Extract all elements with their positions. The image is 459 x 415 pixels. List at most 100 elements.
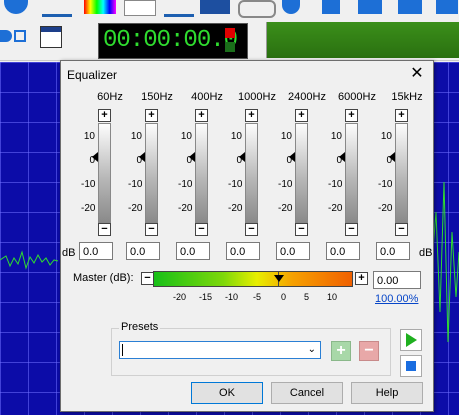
band-label: 6000Hz [338, 91, 376, 103]
waveform-overview[interactable] [266, 22, 459, 58]
spectrum-icon[interactable] [84, 0, 116, 14]
scale-tick: 10 [380, 131, 392, 142]
band-label: 60Hz [97, 91, 123, 103]
scale-tick: 10 [83, 131, 95, 142]
play-indicator [225, 42, 235, 52]
band-plus-button[interactable]: + [145, 109, 158, 122]
checkbox-icon[interactable] [14, 30, 26, 42]
band-plus-button[interactable]: + [195, 109, 208, 122]
arrow-down-icon[interactable] [322, 0, 340, 14]
band-label: 150Hz [141, 91, 173, 103]
band-slider[interactable] [195, 123, 208, 223]
band-slider-thumb[interactable] [139, 152, 145, 162]
band-plus-button[interactable]: + [345, 109, 358, 122]
scale-tick: 10 [130, 131, 142, 142]
scale-tick: 10 [230, 131, 242, 142]
master-gain-slider[interactable] [153, 271, 353, 287]
band-slider-thumb[interactable] [389, 152, 395, 162]
band-slider[interactable] [245, 123, 258, 223]
band-slider[interactable] [395, 123, 408, 223]
ok-button[interactable]: OK [191, 382, 263, 404]
band-minus-button[interactable]: − [195, 223, 208, 236]
arrow-corner-icon[interactable] [398, 0, 422, 14]
recorder-icon[interactable] [238, 0, 276, 18]
band-value-input[interactable]: 0.0 [126, 242, 160, 260]
cancel-button[interactable]: Cancel [271, 382, 343, 404]
scissors-icon[interactable] [200, 0, 230, 14]
band-value-input[interactable]: 0.0 [226, 242, 260, 260]
stop-button[interactable] [400, 355, 422, 377]
master-thumb[interactable] [274, 275, 284, 282]
master-label: Master (dB): [73, 272, 134, 284]
band-minus-button[interactable]: − [395, 223, 408, 236]
band-label: 2400Hz [288, 91, 326, 103]
band-slider[interactable] [345, 123, 358, 223]
stop-icon [406, 361, 416, 371]
play-icon [406, 333, 417, 347]
close-icon[interactable]: ✕ [407, 65, 427, 83]
scale-tick: -10 [128, 179, 143, 190]
band-value-input[interactable]: 0.0 [176, 242, 210, 260]
equalizer-dialog: Equalizer ✕ 60Hz 10 0 -10 -20 + −0.0 150Hz 10 0 -1… [60, 60, 434, 412]
scale-tick: -20 [128, 203, 143, 214]
band-slider-thumb[interactable] [289, 152, 295, 162]
arrow-icon[interactable] [436, 0, 458, 14]
band-value-input[interactable]: 0.0 [79, 242, 113, 260]
band-plus-button[interactable]: + [395, 109, 408, 122]
help-button[interactable]: Help [351, 382, 423, 404]
time-display: 00:00:00.0 [98, 23, 248, 59]
band-value-input[interactable]: 0.0 [376, 242, 410, 260]
band-minus-button[interactable]: − [345, 223, 358, 236]
scale-tick: -20 [81, 203, 96, 214]
band-slider-thumb[interactable] [239, 152, 245, 162]
arrow-left-icon[interactable] [358, 0, 382, 14]
scale-tick: -10 [378, 179, 393, 190]
scale-tick: -20 [178, 203, 193, 214]
remove-preset-button[interactable]: − [359, 341, 379, 361]
scale-tick: 10 [280, 131, 292, 142]
band-slider-thumb[interactable] [92, 152, 98, 162]
play-button[interactable] [400, 329, 422, 351]
master-value-input[interactable]: 0.00 [373, 271, 421, 289]
scale-tick: -20 [278, 203, 293, 214]
down-arrow-icon[interactable] [4, 0, 28, 14]
mixer-icon[interactable] [42, 0, 72, 17]
waveform-icon[interactable] [164, 0, 194, 17]
scale-tick: 10 [330, 131, 342, 142]
band-plus-button[interactable]: + [98, 109, 111, 122]
record-icon[interactable] [0, 30, 12, 42]
presets-combo[interactable]: ⌄ [119, 341, 321, 359]
tape-icon[interactable] [124, 0, 156, 16]
add-preset-button[interactable]: + [331, 341, 351, 361]
db-label-left: dB [62, 247, 76, 259]
band-slider[interactable] [295, 123, 308, 223]
master-plus-button[interactable]: + [355, 272, 368, 285]
band-plus-button[interactable]: + [245, 109, 258, 122]
band-slider-thumb[interactable] [189, 152, 195, 162]
main-toolbar [0, 0, 459, 20]
band-minus-button[interactable]: − [295, 223, 308, 236]
band-label: 1000Hz [238, 91, 276, 103]
band-slider[interactable] [145, 123, 158, 223]
window-icon[interactable] [40, 26, 62, 48]
scale-tick: -10 [328, 179, 343, 190]
band-slider-thumb[interactable] [339, 152, 345, 162]
time-readout: 00:00:00.0 [103, 27, 238, 54]
text-cursor [122, 344, 123, 356]
band-value-input[interactable]: 0.0 [326, 242, 360, 260]
scale-tick: -10 [81, 179, 96, 190]
band-label: 400Hz [191, 91, 223, 103]
chevron-down-icon[interactable]: ⌄ [308, 344, 316, 355]
scale-tick: -10 [178, 179, 193, 190]
band-minus-button[interactable]: − [98, 223, 111, 236]
band-minus-button[interactable]: − [245, 223, 258, 236]
band-minus-button[interactable]: − [145, 223, 158, 236]
record-indicator [225, 28, 235, 38]
arrow-up-icon[interactable] [282, 0, 300, 14]
percent-link[interactable]: 100.00% [375, 293, 418, 305]
band-slider[interactable] [98, 123, 111, 223]
band-value-input[interactable]: 0.0 [276, 242, 310, 260]
band-plus-button[interactable]: + [295, 109, 308, 122]
scale-tick: -20 [228, 203, 243, 214]
scale-tick: -10 [278, 179, 293, 190]
